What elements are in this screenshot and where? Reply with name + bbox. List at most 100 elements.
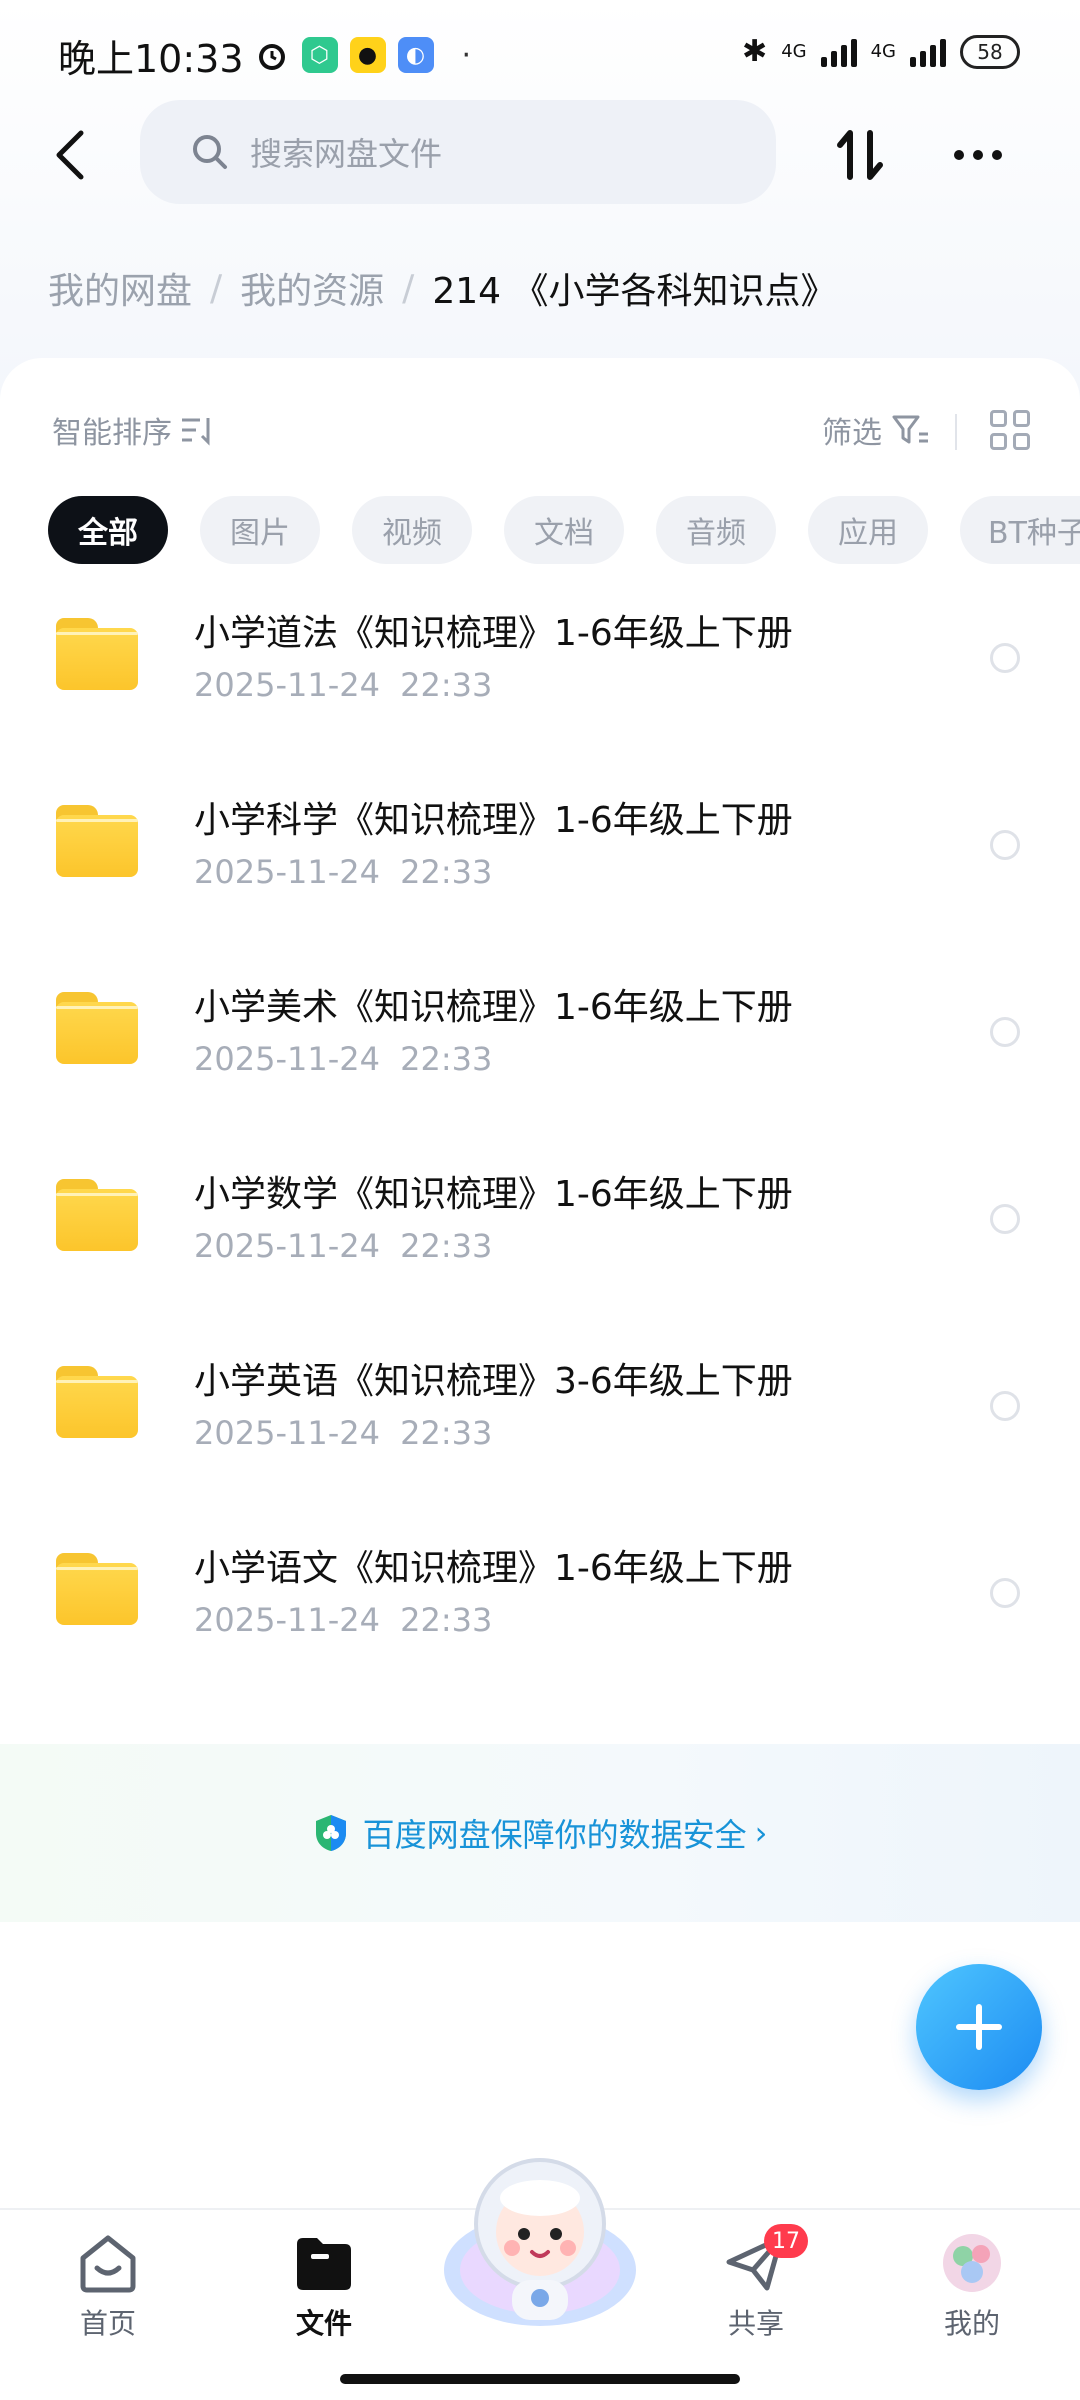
nav-files-label: 文件 <box>295 2307 352 2340</box>
sort-label: 智能排序 <box>52 416 172 451</box>
avatar <box>943 2234 1001 2292</box>
list-item[interactable]: 小学语文《知识梳理》1-6年级上下册 2025-11-24 22:33 <box>0 1523 1080 1710</box>
app-notification-icon-blue: ◐ <box>397 37 434 73</box>
tab-bt-seeds[interactable]: BT种子 <box>960 496 1080 564</box>
nav-share-label: 共享 <box>727 2307 784 2340</box>
grid-cell-icon <box>1013 433 1030 450</box>
file-name: 小学美术《知识梳理》1-6年级上下册 <box>194 987 793 1028</box>
back-arrow-icon <box>56 130 84 180</box>
select-checkbox[interactable] <box>990 1017 1020 1047</box>
mascot-assistant-icon[interactable] <box>440 2152 640 2328</box>
nav-mine-label: 我的 <box>943 2307 1000 2340</box>
file-date: 2025-11-24 22:33 <box>194 1601 493 1639</box>
breadcrumb-current: 214 《小学各科知识点》 <box>432 271 837 312</box>
file-date: 2025-11-24 22:33 <box>194 1227 493 1265</box>
search-input[interactable]: 搜索网盘文件 <box>140 100 776 204</box>
chevron-right-icon: › <box>754 1814 768 1852</box>
breadcrumb-item-my-resources[interactable]: 我的资源 <box>240 262 384 314</box>
filter-label: 筛选 <box>822 416 882 451</box>
file-date: 2025-11-24 22:33 <box>194 853 493 891</box>
more-notifications-dot-icon: · <box>461 37 472 73</box>
signal-icon-2 <box>910 37 946 67</box>
folder-icon <box>56 618 138 690</box>
breadcrumb-separator: / <box>402 267 415 309</box>
nav-share[interactable]: 共享 17 <box>696 2224 816 2342</box>
folder-icon <box>56 1366 138 1438</box>
category-filter-tabs: 全部 图片 视频 文档 音频 应用 BT种子 <box>48 496 1080 564</box>
file-list: 小学道法《知识梳理》1-6年级上下册 2025-11-24 22:33 小学科学… <box>0 588 1080 1710</box>
nav-mine[interactable]: 我的 <box>912 2232 1032 2342</box>
nav-home[interactable]: 首页 <box>48 2232 168 2342</box>
folder-icon <box>56 992 138 1064</box>
plus-icon <box>956 2004 1002 2050</box>
breadcrumb: 我的网盘 / 我的资源 / 214 《小学各科知识点》 <box>48 262 836 314</box>
file-name: 小学数学《知识梳理》1-6年级上下册 <box>194 1174 793 1215</box>
list-item[interactable]: 小学道法《知识梳理》1-6年级上下册 2025-11-24 22:33 <box>0 588 1080 775</box>
file-name: 小学道法《知识梳理》1-6年级上下册 <box>194 613 793 654</box>
list-item[interactable]: 小学英语《知识梳理》3-6年级上下册 2025-11-24 22:33 <box>0 1336 1080 1523</box>
sort-icon <box>182 418 210 446</box>
security-banner-text: 百度网盘保障你的数据安全 <box>362 1816 747 1854</box>
signal-icon-1 <box>820 37 857 67</box>
tab-apps[interactable]: 应用 <box>808 496 928 564</box>
nav-home-label: 首页 <box>79 2307 136 2340</box>
select-checkbox[interactable] <box>990 1204 1020 1234</box>
select-checkbox[interactable] <box>990 643 1020 673</box>
more-options-button[interactable] <box>938 120 1018 190</box>
alarm-icon <box>258 44 285 70</box>
add-button[interactable] <box>916 1964 1042 2090</box>
grid-cell-icon <box>1013 410 1030 427</box>
tab-all[interactable]: 全部 <box>48 496 168 564</box>
filter-button[interactable]: 筛选 <box>822 408 930 452</box>
select-checkbox[interactable] <box>990 1391 1020 1421</box>
file-name: 小学科学《知识梳理》1-6年级上下册 <box>194 800 793 841</box>
file-list-card: 智能排序 筛选 全部 图片 视频 文档 音频 应用 BT种子 小学道法《知识梳理… <box>0 358 1080 2400</box>
folder-icon <box>56 1179 138 1251</box>
file-date: 2025-11-24 22:33 <box>194 1040 493 1078</box>
file-name: 小学英语《知识梳理》3-6年级上下册 <box>194 1361 793 1402</box>
notification-icons: ⬡ ● ◐ · <box>254 37 472 73</box>
status-right: ✱ 4G 4G 58 <box>742 34 1020 69</box>
select-checkbox[interactable] <box>990 1578 1020 1608</box>
shield-icon <box>315 1815 346 1851</box>
more-dot-icon <box>992 150 1002 160</box>
tab-audio[interactable]: 音频 <box>656 496 776 564</box>
battery-level: 58 <box>977 39 1003 64</box>
search-icon <box>193 135 227 169</box>
list-item[interactable]: 小学数学《知识梳理》1-6年级上下册 2025-11-24 22:33 <box>0 1149 1080 1336</box>
more-dot-icon <box>973 150 983 160</box>
filter-icon <box>892 415 928 444</box>
list-item[interactable]: 小学美术《知识梳理》1-6年级上下册 2025-11-24 22:33 <box>0 962 1080 1149</box>
transfer-button[interactable] <box>820 120 900 190</box>
file-date: 2025-11-24 22:33 <box>194 666 493 704</box>
home-indicator[interactable] <box>340 2374 740 2384</box>
toolbar-divider <box>955 414 957 450</box>
grid-view-toggle[interactable] <box>990 410 1030 450</box>
up-down-arrows-icon <box>837 130 883 180</box>
select-checkbox[interactable] <box>990 830 1020 860</box>
smart-sort-button[interactable]: 智能排序 <box>52 408 216 452</box>
list-item[interactable]: 小学科学《知识梳理》1-6年级上下册 2025-11-24 22:33 <box>0 775 1080 962</box>
tab-videos[interactable]: 视频 <box>352 496 472 564</box>
security-banner[interactable]: 百度网盘保障你的数据安全 › <box>0 1744 1080 1922</box>
status-bar: 晚上10:33 ⬡ ● ◐ · ✱ 4G 4G 58 <box>0 0 1080 110</box>
folder-icon <box>56 805 138 877</box>
status-time: 晚上10:33 <box>58 36 244 81</box>
share-badge: 17 <box>764 2224 808 2258</box>
tab-documents[interactable]: 文档 <box>504 496 624 564</box>
network-type-1: 4G <box>781 41 807 62</box>
more-dot-icon <box>954 150 964 160</box>
folder-filled-icon <box>297 2238 351 2290</box>
home-face-icon <box>80 2235 136 2293</box>
folder-icon <box>56 1553 138 1625</box>
back-button[interactable] <box>36 120 106 190</box>
app-notification-icon-green: ⬡ <box>301 37 338 73</box>
breadcrumb-item-my-disk[interactable]: 我的网盘 <box>48 262 192 314</box>
bluetooth-icon: ✱ <box>742 34 768 69</box>
tab-images[interactable]: 图片 <box>200 496 320 564</box>
app-notification-icon-yellow: ● <box>349 37 386 73</box>
nav-files[interactable]: 文件 <box>264 2232 384 2342</box>
header: 搜索网盘文件 <box>0 98 1080 208</box>
battery-icon: 58 <box>960 34 1020 69</box>
grid-cell-icon <box>990 433 1007 450</box>
